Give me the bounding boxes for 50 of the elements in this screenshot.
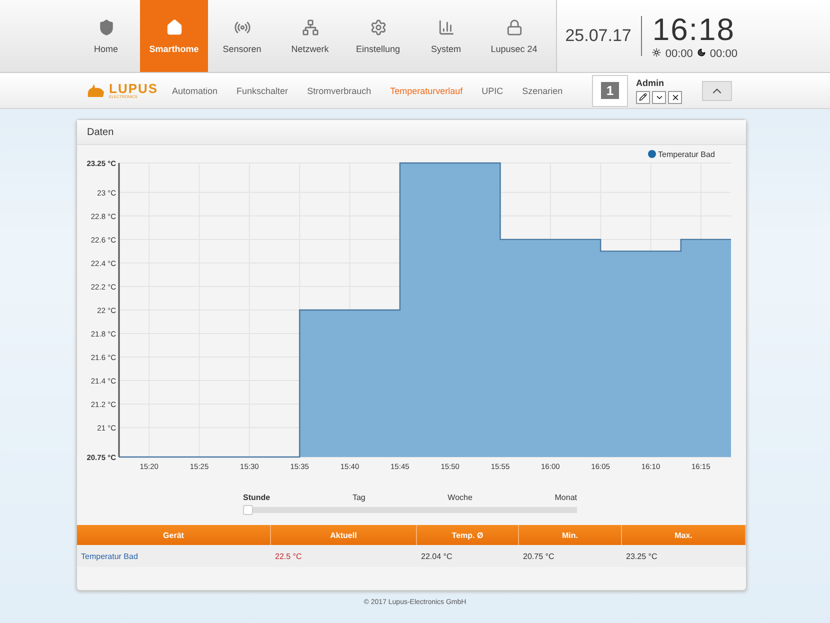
sunset-time: 00:00 — [710, 48, 738, 60]
range-slider[interactable] — [243, 505, 577, 515]
table-cell: 22.5 °C — [271, 545, 417, 567]
range-label[interactable]: Woche — [448, 493, 472, 502]
close-icon — [670, 92, 680, 102]
edit-button[interactable] — [636, 90, 650, 104]
range-label[interactable]: Monat — [554, 493, 577, 502]
sun-icon — [652, 48, 662, 57]
subnav-link[interactable]: Funkschalter — [236, 86, 288, 96]
user-name: Admin — [636, 78, 665, 88]
pencil-icon — [639, 93, 647, 101]
subnav-link[interactable]: Stromverbrauch — [307, 86, 372, 96]
subnav-link[interactable]: Automation — [172, 86, 218, 96]
nav-icon — [506, 18, 522, 36]
table-cell[interactable]: Temperatur Bad — [77, 545, 271, 567]
card-title: Daten — [77, 120, 746, 145]
nav-icon — [370, 18, 386, 36]
nav-tab[interactable]: Home — [72, 0, 140, 72]
collapse-button[interactable] — [702, 80, 732, 100]
subnav-link[interactable]: UPIC — [482, 86, 504, 96]
moon-icon — [696, 48, 706, 57]
column-header: Min. — [519, 525, 622, 545]
legend-label: Temperatur Bad — [658, 150, 715, 159]
date-text: 25.07.17 — [565, 26, 632, 46]
nav-icon — [166, 18, 182, 36]
table-cell: 22.04 °C — [417, 545, 519, 567]
close-button[interactable] — [668, 90, 682, 104]
sunrise-time: 00:00 — [665, 48, 693, 60]
nav-tab[interactable]: Einstellung — [344, 0, 412, 72]
column-header: Gerät — [77, 525, 271, 545]
logo-name: LUPUS — [109, 82, 158, 95]
nav-tab[interactable]: Sensoren — [208, 0, 276, 72]
column-header: Temp. Ø — [417, 525, 519, 545]
nav-icon — [438, 18, 454, 36]
user-badge: 1 — [592, 74, 628, 106]
table-cell: 20.75 °C — [519, 545, 622, 567]
range-label[interactable]: Tag — [352, 493, 366, 502]
dropdown-button[interactable] — [652, 90, 666, 104]
column-header: Max. — [622, 525, 746, 545]
time-text: 16:18 — [652, 12, 736, 48]
nav-icon — [302, 18, 318, 36]
nav-tab[interactable]: System — [412, 0, 480, 72]
nav-icon — [98, 18, 114, 36]
column-header: Aktuell — [271, 525, 417, 545]
range-label[interactable]: Stunde — [243, 493, 270, 502]
slider-thumb[interactable] — [243, 505, 253, 515]
subnav-link[interactable]: Szenarien — [522, 86, 563, 96]
nav-tab[interactable]: Lupusec 24 — [480, 0, 548, 72]
table-cell: 23.25 °C — [622, 545, 746, 567]
nav-tab[interactable]: Netzwerk — [276, 0, 344, 72]
